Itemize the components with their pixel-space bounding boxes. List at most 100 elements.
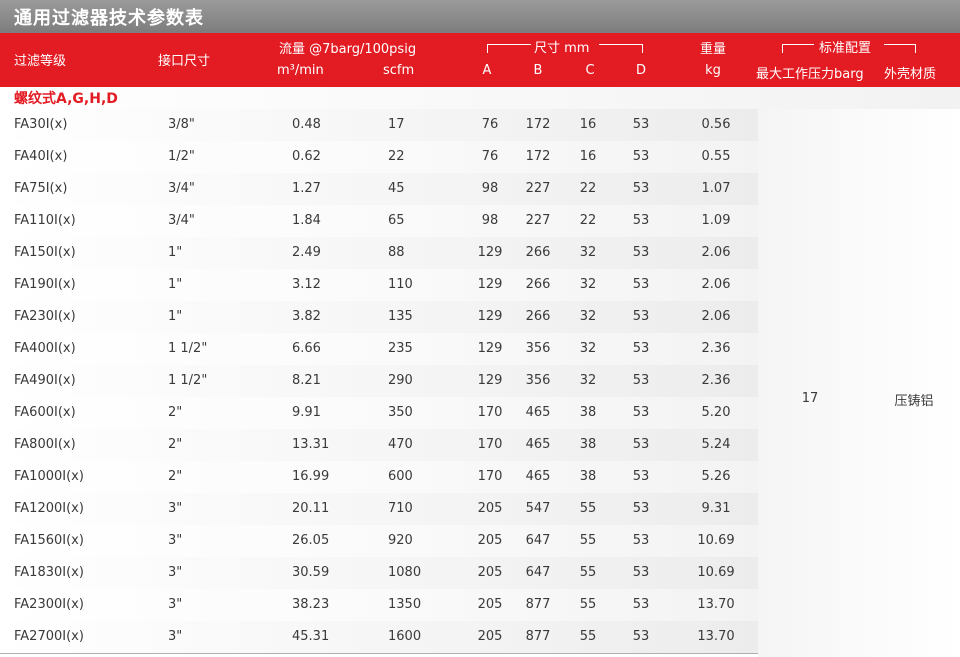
cell-dim-d: 53 [632, 533, 650, 548]
cell-flow-m3: 3.12 [292, 277, 321, 292]
cell-dim-d: 53 [632, 597, 650, 612]
cell-flow-scfm: 350 [388, 405, 413, 420]
cell-weight: 2.36 [701, 373, 731, 388]
cell-dim-b: 266 [525, 277, 551, 292]
cell-dim-a: 170 [477, 469, 503, 484]
cell-dim-b: 227 [525, 181, 551, 196]
cell-dim-c: 16 [579, 149, 597, 164]
cell-weight: 10.69 [697, 565, 735, 580]
header-port: 接口尺寸 [158, 54, 211, 69]
cell-dim-b: 266 [525, 309, 551, 324]
cell-dim-d: 53 [632, 437, 650, 452]
cell-model: FA40I(x) [14, 149, 68, 164]
cell-flow-m3: 45.31 [292, 629, 330, 644]
cell-port: 2" [168, 405, 183, 420]
cell-model: FA1200I(x) [14, 501, 84, 516]
cell-model: FA230I(x) [14, 309, 76, 324]
header-dim-d: D [635, 63, 647, 78]
header-flow: 流量 @7barg/100psig [279, 42, 417, 57]
merged-standard-cells [758, 109, 960, 657]
cell-port: 1/2" [168, 149, 195, 164]
cell-flow-scfm: 22 [388, 149, 405, 164]
max-pressure-value: 17 [801, 391, 819, 406]
cell-dim-d: 53 [632, 469, 650, 484]
cell-dim-b: 356 [525, 373, 551, 388]
header-max-pressure: 最大工作压力barg [756, 67, 864, 82]
header-dim-c: C [585, 63, 595, 78]
header-flow-scfm: scfm [383, 63, 415, 78]
cell-dim-d: 53 [632, 373, 650, 388]
table-row: FA190I(x) 1" 3.12 110 129 266 32 53 2.06 [0, 269, 758, 302]
cell-flow-m3: 0.48 [292, 117, 321, 132]
section-title: 螺纹式A,G,H,D [14, 91, 118, 107]
cell-dim-b: 547 [525, 501, 551, 516]
cell-flow-m3: 30.59 [292, 565, 330, 580]
cell-flow-scfm: 600 [388, 469, 413, 484]
cell-model: FA800I(x) [14, 437, 76, 452]
cell-dim-c: 55 [579, 533, 597, 548]
cell-weight: 1.07 [701, 181, 731, 196]
table-row: FA400I(x) 1 1/2" 6.66 235 129 356 32 53 2.36 [0, 333, 758, 366]
cell-port: 1" [168, 309, 183, 324]
cell-dim-d: 53 [632, 149, 650, 164]
cell-dim-c: 55 [579, 629, 597, 644]
table-row: FA2700I(x) 3" 45.31 1600 205 877 55 53 13.70 [0, 621, 758, 654]
cell-dim-a: 205 [477, 533, 503, 548]
cell-dim-b: 172 [525, 149, 551, 164]
cell-dim-a: 98 [481, 213, 499, 228]
cell-model: FA190I(x) [14, 277, 76, 292]
cell-dim-b: 647 [525, 565, 551, 580]
cell-dim-d: 53 [632, 117, 650, 132]
cell-port: 3/4" [168, 181, 195, 196]
cell-model: FA75I(x) [14, 181, 68, 196]
cell-flow-m3: 0.62 [292, 149, 321, 164]
table-row: FA1200I(x) 3" 20.11 710 205 547 55 53 9.31 [0, 493, 758, 526]
cell-flow-scfm: 45 [388, 181, 405, 196]
cell-dim-a: 129 [477, 277, 503, 292]
header-weight-unit: kg [705, 63, 721, 78]
cell-weight: 13.70 [697, 629, 735, 644]
cell-flow-m3: 9.91 [292, 405, 321, 420]
cell-dim-b: 266 [525, 245, 551, 260]
header-dims: 尺寸 mm [534, 41, 590, 56]
cell-dim-b: 647 [525, 533, 551, 548]
cell-dim-c: 55 [579, 501, 597, 516]
section-bar: 螺纹式A,G,H,D [0, 87, 960, 109]
cell-dim-c: 32 [579, 309, 597, 324]
table-row: FA230I(x) 1" 3.82 135 129 266 32 53 2.06 [0, 301, 758, 334]
cell-dim-d: 53 [632, 501, 650, 516]
cell-flow-scfm: 1600 [388, 629, 422, 644]
cell-dim-d: 53 [632, 213, 650, 228]
cell-weight: 9.31 [701, 501, 731, 516]
table-row: FA490I(x) 1 1/2" 8.21 290 129 356 32 53 2.36 [0, 365, 758, 398]
cell-dim-a: 205 [477, 597, 503, 612]
cell-port: 1 1/2" [168, 373, 208, 388]
table-row: FA800I(x) 2" 13.31 470 170 465 38 53 5.24 [0, 429, 758, 462]
cell-dim-d: 53 [632, 309, 650, 324]
cell-model: FA400I(x) [14, 341, 76, 356]
cell-dim-b: 465 [525, 469, 551, 484]
dims-bracket-right [599, 44, 643, 53]
cell-port: 1 1/2" [168, 341, 208, 356]
cell-model: FA600I(x) [14, 405, 76, 420]
cell-dim-d: 53 [632, 181, 650, 196]
cell-dim-a: 76 [481, 149, 499, 164]
cell-weight: 13.70 [697, 597, 735, 612]
title-bar: 通用过滤器技术参数表 [0, 0, 960, 33]
cell-port: 3/8" [168, 117, 195, 132]
cell-dim-b: 465 [525, 405, 551, 420]
cell-weight: 0.56 [701, 117, 731, 132]
cell-weight: 2.06 [701, 245, 731, 260]
cell-port: 2" [168, 469, 183, 484]
cell-model: FA490I(x) [14, 373, 76, 388]
housing-material-value: 压铸铝 [894, 394, 934, 409]
cell-flow-scfm: 235 [388, 341, 413, 356]
cell-dim-b: 172 [525, 117, 551, 132]
cell-port: 1" [168, 245, 183, 260]
header-grade: 过滤等级 [14, 54, 67, 69]
table-row: FA1560I(x) 3" 26.05 920 205 647 55 53 10.69 [0, 525, 758, 558]
cell-flow-m3: 2.49 [292, 245, 321, 260]
cell-flow-scfm: 17 [388, 117, 405, 132]
table-row: FA1830I(x) 3" 30.59 1080 205 647 55 53 10.69 [0, 557, 758, 590]
header-dim-a: A [482, 63, 492, 78]
